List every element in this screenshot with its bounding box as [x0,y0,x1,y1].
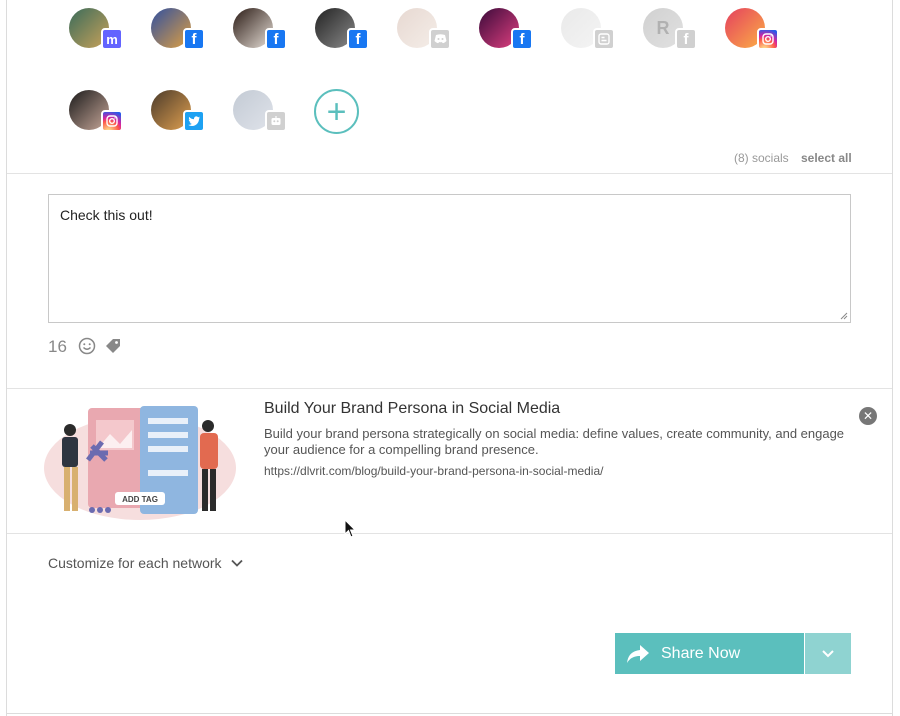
socials-count: (8) socials [734,151,789,165]
customize-label: Customize for each network [48,555,222,571]
share-now-label: Share Now [661,644,741,662]
mouse-cursor-icon [344,519,357,538]
social-account-avatar[interactable]: f [479,8,535,64]
link-preview-description: Build your brand persona strategically o… [264,426,845,457]
divider [7,388,892,389]
discord-icon [429,28,451,50]
social-account-avatar[interactable] [561,8,617,64]
instagram-icon [757,28,779,50]
char-count: 16 [48,337,67,356]
divider [7,173,892,174]
chevron-down-icon [230,559,243,567]
facebook-icon: f [347,28,369,50]
link-preview-image: ADD TAG [44,406,236,520]
post-text-input[interactable]: Check this out! [48,194,851,323]
facebook-icon: f [675,28,697,50]
chevron-down-icon [822,649,834,657]
social-account-avatar[interactable]: m [69,8,125,64]
mastodon-icon: m [101,28,123,50]
link-preview-title[interactable]: Build Your Brand Persona in Social Media [264,400,560,418]
social-account-avatar[interactable]: Rf [643,8,699,64]
twitter-icon [183,110,205,132]
social-account-avatar[interactable] [233,90,289,146]
social-account-avatar[interactable] [397,8,453,64]
social-account-avatar[interactable] [725,8,781,64]
link-preview-url[interactable]: https://dlvrit.com/blog/build-your-brand… [264,464,603,478]
social-account-avatar[interactable] [151,90,207,146]
tag-icon[interactable] [104,337,122,355]
social-account-avatar[interactable]: f [233,8,289,64]
resize-grip-icon[interactable] [840,312,848,320]
facebook-icon: f [511,28,533,50]
customize-toggle[interactable]: Customize for each network [48,555,244,571]
facebook-icon: f [265,28,287,50]
image-tag-text: ADD TAG [122,495,158,504]
robot-icon [265,110,287,132]
close-preview-button[interactable]: ✕ [859,407,877,425]
facebook-icon: f [183,28,205,50]
divider [7,533,892,534]
share-arrow-icon [627,644,649,663]
add-social-button[interactable]: + [314,89,359,134]
social-account-avatar[interactable] [69,90,125,146]
emoji-icon[interactable] [78,337,96,355]
share-now-button[interactable]: Share Now [615,633,804,674]
select-all-link[interactable]: select all [801,151,852,165]
social-account-avatar[interactable]: f [315,8,371,64]
bottom-border [6,713,893,714]
share-options-dropdown[interactable] [804,633,851,674]
post-text: Check this out! [60,207,153,223]
instagram-icon [101,110,123,132]
social-account-avatar[interactable]: f [151,8,207,64]
blogger-icon [593,28,615,50]
social-accounts-list: mffffRf [0,0,900,150]
